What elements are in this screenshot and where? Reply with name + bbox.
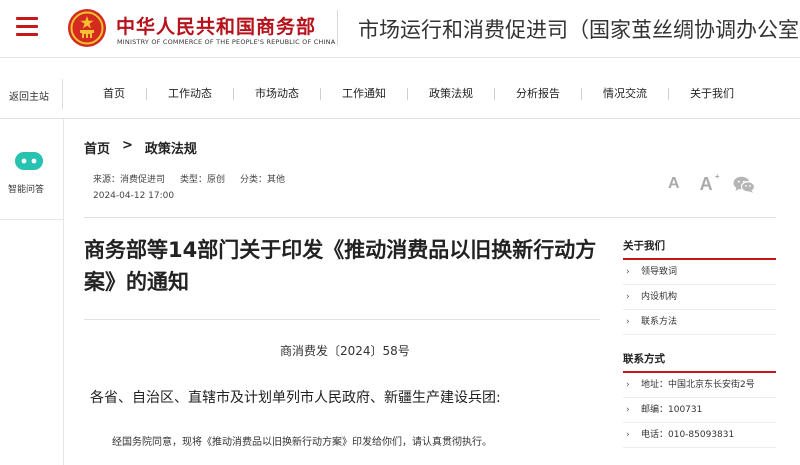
font-increase-plus: +: [714, 172, 720, 181]
about-us-heading: 关于我们: [623, 238, 776, 260]
nav-item-market-news[interactable]: 市场动态: [234, 88, 321, 100]
chevron-right-icon: ›: [626, 291, 630, 302]
national-emblem[interactable]: [67, 8, 107, 48]
meta-category: 分类：其他: [240, 175, 286, 185]
article-paragraph: 经国务院同意，现将《推动消费品以旧换新行动方案》印发给你们，请认真贯彻执行。: [112, 437, 492, 448]
contact-postcode: › 邮编：100731: [623, 398, 776, 423]
breadcrumb: 首页 > 政策法规: [84, 138, 197, 157]
department-title[interactable]: 市场运行和消费促进司（国家茧丝绸协调办公室）: [358, 14, 800, 44]
contact-heading: 联系方式: [623, 351, 776, 373]
sidebar-item-leadership-speech[interactable]: › 领导致词: [623, 260, 776, 285]
chat-bot-icon[interactable]: [14, 151, 44, 171]
nav-item-analysis-reports[interactable]: 分析报告: [495, 88, 582, 100]
org-name-en: MINISTRY OF COMMERCE OF THE PEOPLE'S REP…: [117, 38, 336, 46]
font-increase-label: A: [699, 174, 713, 194]
chevron-right-icon: ›: [626, 316, 630, 327]
chevron-right-icon: ›: [626, 379, 630, 390]
site-header: 中华人民共和国商务部 MINISTRY OF COMMERCE OF THE P…: [0, 0, 800, 58]
contact-address: › 地址：中国北京东长安街2号: [623, 373, 776, 398]
font-decrease-icon[interactable]: A: [668, 176, 680, 192]
chevron-right-icon: ›: [626, 429, 630, 440]
article-tools: A A +: [668, 173, 755, 194]
nav-items: 首页 工作动态 市场动态 工作通知 政策法规 分析报告 情况交流 关于我们: [82, 76, 755, 112]
chevron-right-icon: ›: [626, 266, 630, 277]
sidebar-item-label: 内设机构: [641, 291, 678, 302]
nav-bottom-line: [0, 118, 800, 119]
nav-item-policies[interactable]: 政策法规: [408, 88, 495, 100]
menu-icon[interactable]: [16, 17, 38, 37]
meta-type: 类型：原创: [180, 175, 226, 185]
breadcrumb-current[interactable]: 政策法规: [145, 138, 197, 157]
contact-phone: › 电话：010-85093831: [623, 423, 776, 448]
left-rail-separator: [0, 219, 64, 220]
chevron-right-icon: ›: [626, 404, 630, 415]
header-divider: [337, 10, 338, 46]
nav-item-work-notices[interactable]: 工作通知: [321, 88, 408, 100]
font-increase-icon[interactable]: A +: [699, 173, 720, 194]
breadcrumb-home[interactable]: 首页: [84, 138, 110, 157]
article-addressee: 各省、自治区、直辖市及计划单列市人民政府、新疆生产建设兵团:: [90, 390, 501, 406]
back-to-main-site-link[interactable]: 返回主站: [9, 88, 49, 103]
sidebar-item-label: 领导致词: [641, 266, 678, 277]
article-title: 商务部等14部门关于印发《推动消费品以旧换新行动方案》的通知: [84, 238, 597, 294]
nav-item-work-news[interactable]: 工作动态: [147, 88, 234, 100]
contact-phone-text: 电话：010-85093831: [641, 429, 735, 440]
meta-divider: [84, 217, 776, 218]
meta-date: 2024-04-12 17:00: [93, 191, 175, 201]
sidebar-item-label: 联系方法: [641, 316, 678, 327]
left-rail: 智能问答: [0, 119, 64, 465]
nav-item-about-us[interactable]: 关于我们: [669, 88, 755, 100]
article-meta: 来源：消费促进司 类型：原创 分类：其他: [93, 172, 285, 185]
contact-address-text: 地址：中国北京东长安街2号: [641, 379, 755, 390]
assistant-label[interactable]: 智能问答: [8, 182, 44, 195]
contact-postcode-text: 邮编：100731: [641, 404, 703, 415]
right-sidebar: 关于我们 › 领导致词 › 内设机构 › 联系方法 联系方式 › 地址：中国北京…: [623, 238, 776, 448]
nav-item-exchanges[interactable]: 情况交流: [582, 88, 669, 100]
sidebar-item-contact-methods[interactable]: › 联系方法: [623, 310, 776, 335]
contact-list: › 地址：中国北京东长安街2号 › 邮编：100731 › 电话：010-850…: [623, 373, 776, 448]
sidebar-item-internal-structure[interactable]: › 内设机构: [623, 285, 776, 310]
main-nav: 返回主站 首页 工作动态 市场动态 工作通知 政策法规 分析报告 情况交流 关于…: [0, 76, 800, 112]
document-number: 商消费发〔2024〕58号: [280, 344, 410, 358]
about-us-list: › 领导致词 › 内设机构 › 联系方法: [623, 260, 776, 335]
nav-item-home[interactable]: 首页: [82, 88, 147, 100]
org-name-cn[interactable]: 中华人民共和国商务部: [116, 12, 316, 39]
title-divider: [84, 319, 600, 320]
wechat-icon[interactable]: [733, 176, 755, 193]
meta-source: 来源：消费促进司: [93, 175, 166, 185]
nav-divider: [62, 79, 63, 109]
breadcrumb-separator: >: [122, 138, 133, 153]
